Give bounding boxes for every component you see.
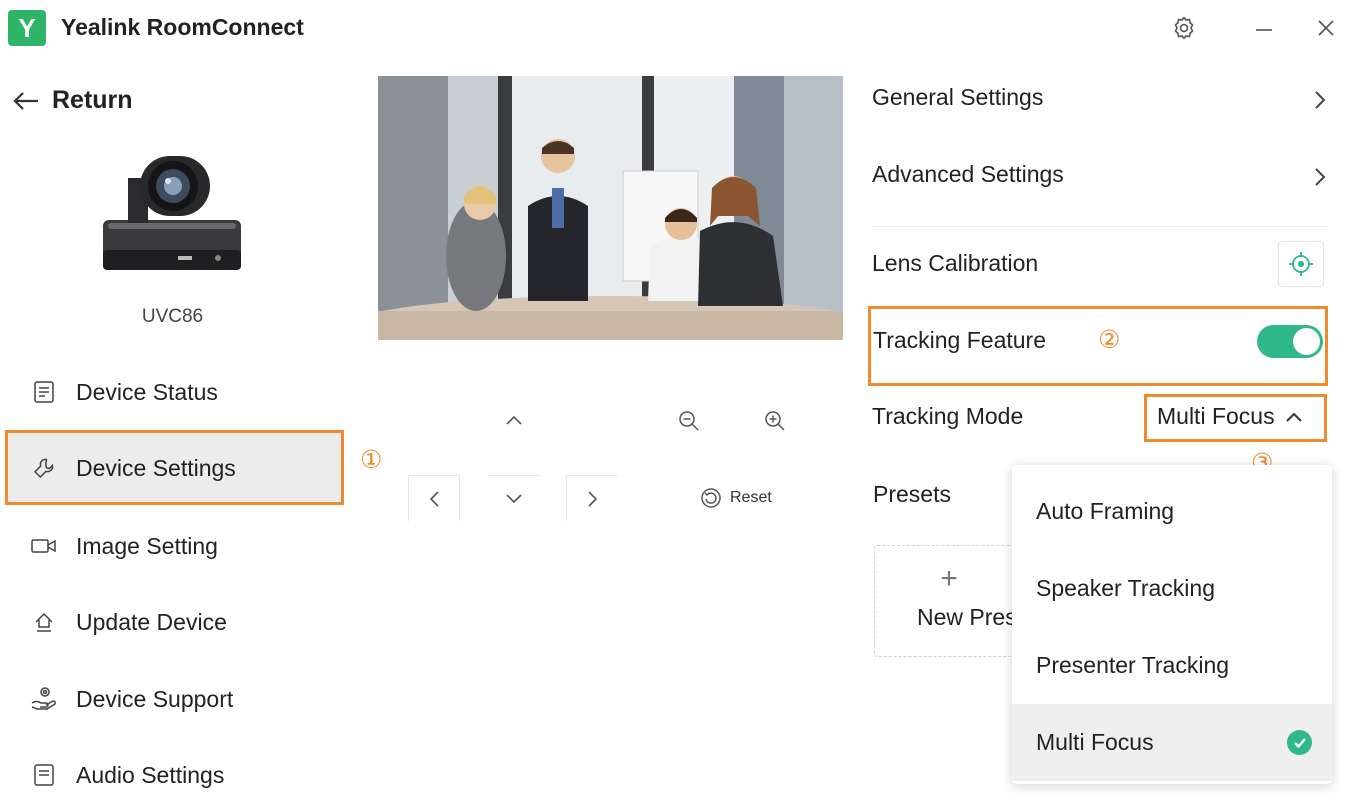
sidebar-item-device-status[interactable]: Device Status (30, 372, 218, 412)
dropdown-option-auto-framing[interactable]: Auto Framing (1012, 473, 1332, 550)
general-settings-chevron[interactable] (1306, 86, 1334, 114)
new-preset-button[interactable]: + New Preset (874, 545, 1036, 657)
pan-down-button[interactable] (488, 475, 540, 521)
lens-calibration-button[interactable] (1278, 241, 1324, 287)
app-title: Yealink RoomConnect (61, 14, 304, 40)
minimize-button[interactable] (1248, 12, 1280, 44)
app-logo: Y (8, 10, 46, 46)
sidebar-item-audio-settings[interactable]: Audio Settings (30, 755, 224, 795)
zoom-out-button[interactable] (674, 406, 704, 436)
callout-number-2: ② (1098, 326, 1121, 354)
sidebar-item-label: Device Support (76, 685, 234, 712)
dropdown-option-speaker-tracking[interactable]: Speaker Tracking (1012, 550, 1332, 627)
reset-label: Reset (730, 489, 772, 506)
sidebar-item-device-settings[interactable]: Device Settings (30, 448, 236, 488)
advanced-settings-chevron[interactable] (1306, 163, 1334, 191)
tracking-mode-dropdown: Auto Framing Speaker Tracking Presenter … (1012, 465, 1332, 784)
sidebar-item-label: Device Status (76, 378, 218, 405)
option-label: Presenter Tracking (1036, 652, 1230, 678)
gear-icon (1174, 16, 1194, 40)
document-icon (30, 761, 58, 789)
advanced-settings-label[interactable]: Advanced Settings (872, 161, 1064, 188)
sidebar-item-label: Update Device (76, 608, 227, 635)
pan-left-button[interactable] (408, 475, 460, 521)
hand-support-icon (30, 685, 58, 713)
sidebar-item-image-setting[interactable]: Image Setting (30, 526, 218, 566)
callout-number-1: ① (360, 446, 383, 474)
sidebar-item-label: Device Settings (76, 454, 236, 481)
reset-button[interactable]: Reset (700, 487, 772, 509)
device-model-name: UVC86 (141, 306, 204, 327)
tracking-mode-select[interactable]: Multi Focus (1157, 403, 1303, 430)
tracking-feature-label: Tracking Feature (873, 327, 1046, 353)
sidebar-item-label: Audio Settings (76, 761, 225, 788)
device-image (100, 150, 245, 278)
tracking-mode-value: Multi Focus (1157, 403, 1275, 429)
chevron-right-icon (1315, 91, 1326, 109)
crosshair-icon (1289, 252, 1313, 276)
camera-preview (378, 76, 843, 340)
dropdown-option-multi-focus[interactable]: Multi Focus (1012, 704, 1332, 781)
arrow-left-icon (13, 91, 38, 110)
option-label: Multi Focus (1036, 729, 1154, 755)
zoom-in-button[interactable] (760, 406, 790, 436)
general-settings-label[interactable]: General Settings (872, 84, 1043, 111)
close-button[interactable] (1310, 12, 1342, 44)
reset-icon (701, 488, 721, 508)
video-camera-icon (30, 532, 58, 560)
plus-icon: + (940, 562, 958, 595)
lens-calibration-label: Lens Calibration (872, 250, 1039, 276)
chevron-right-icon (1315, 168, 1326, 186)
chevron-up-icon (506, 415, 522, 425)
upload-home-icon (30, 608, 58, 636)
wrench-icon (30, 454, 58, 482)
sidebar-item-update-device[interactable]: Update Device (30, 602, 227, 642)
tracking-feature-toggle[interactable] (1257, 325, 1323, 358)
pan-up-button[interactable] (500, 406, 528, 434)
chevron-right-icon (587, 490, 597, 507)
return-label: Return (52, 86, 133, 114)
presets-label: Presets (873, 481, 951, 507)
close-icon (1318, 20, 1334, 36)
zoom-out-icon (679, 411, 699, 431)
sidebar-item-label: Image Setting (76, 532, 218, 559)
section-divider (872, 226, 1327, 227)
settings-button[interactable] (1168, 12, 1200, 44)
toggle-knob (1293, 328, 1320, 355)
minimize-icon (1256, 29, 1272, 31)
option-label: Speaker Tracking (1036, 575, 1215, 601)
chevron-left-icon (429, 490, 439, 507)
dropdown-option-presenter-tracking[interactable]: Presenter Tracking (1012, 627, 1332, 704)
option-label: Auto Framing (1036, 498, 1175, 524)
chevron-up-icon (1285, 412, 1302, 422)
pan-right-button[interactable] (566, 475, 618, 521)
checkmark-icon (1287, 730, 1312, 755)
sidebar-item-device-support[interactable]: Device Support (30, 679, 233, 719)
zoom-in-icon (765, 411, 785, 431)
tracking-mode-label: Tracking Mode (872, 403, 1024, 429)
document-icon (30, 378, 58, 406)
return-button[interactable]: Return (12, 86, 133, 115)
chevron-down-icon (506, 493, 522, 503)
